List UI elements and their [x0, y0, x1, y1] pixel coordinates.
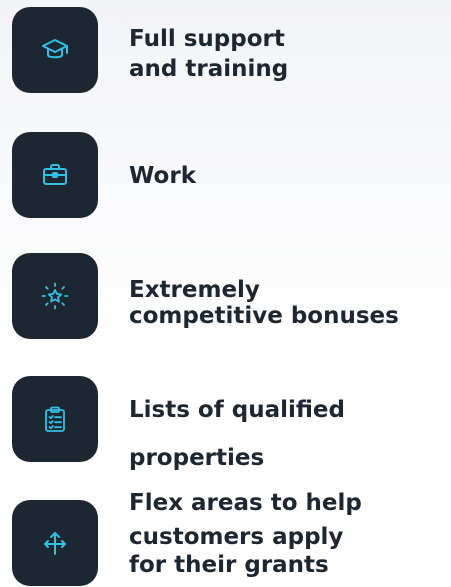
feature-tile-bonuses [12, 253, 98, 339]
feature-label-line: customers apply [129, 524, 344, 550]
feature-label-line: competitive bonuses [129, 303, 399, 329]
feature-label-bonuses: Extremely competitive bonuses [129, 277, 399, 329]
feature-tile-work [12, 132, 98, 218]
feature-label-line: Extremely [129, 277, 260, 303]
briefcase-icon [43, 164, 67, 185]
feature-label-line: Work [129, 163, 196, 189]
split-arrows-icon [44, 532, 66, 555]
feature-label-line: Full support [129, 26, 285, 52]
feature-tile-properties [12, 376, 98, 462]
feature-tile-support [12, 7, 98, 93]
feature-tile-flex [12, 500, 98, 586]
feature-label-work: Work [129, 163, 196, 189]
feature-label-line: Lists of qualified [129, 397, 345, 423]
feature-label-properties: Lists of qualified properties [129, 386, 345, 482]
graduation-cap-icon [42, 39, 68, 59]
feature-label-line: for their grants [129, 552, 329, 578]
feature-label-flex: Flex areas to help customers apply for t… [129, 486, 362, 578]
feature-label-support: Full support and training [129, 24, 288, 84]
feature-label-line: properties [129, 445, 265, 471]
feature-label-line: and training [129, 56, 289, 82]
sparkle-star-icon [41, 282, 69, 310]
clipboard-checklist-icon [45, 406, 65, 432]
feature-label-line: Flex areas to help [129, 490, 362, 516]
